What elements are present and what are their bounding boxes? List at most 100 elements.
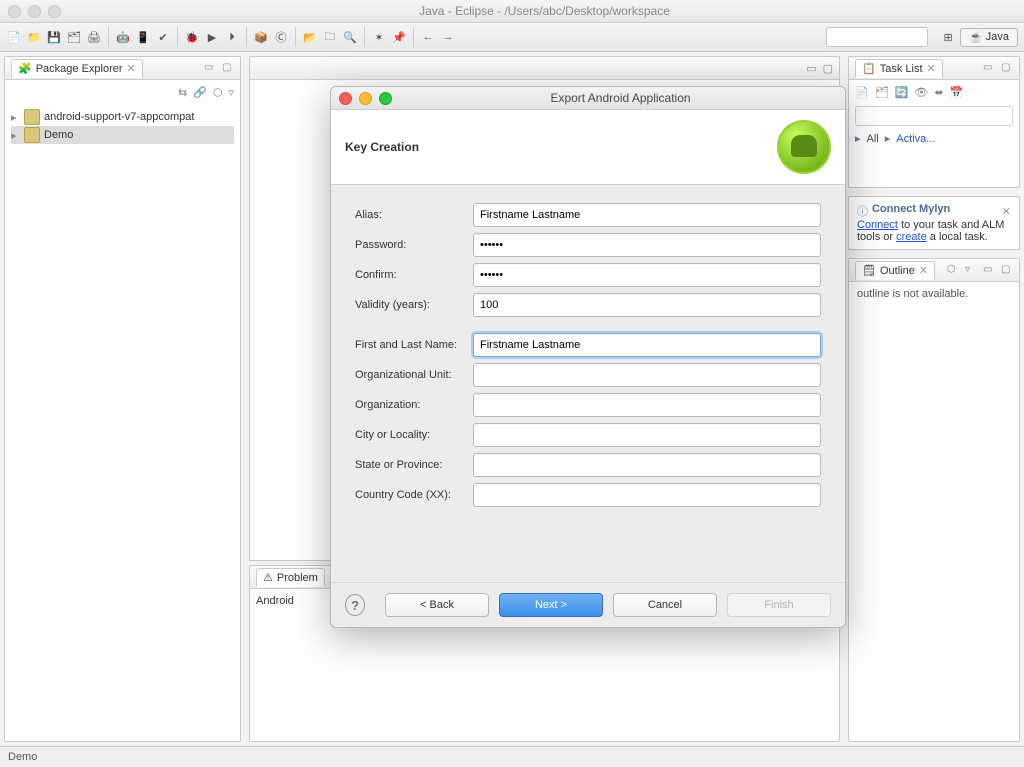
project-icon [24, 109, 40, 125]
org-unit-input[interactable] [473, 363, 821, 387]
package-explorer-tab[interactable]: 🧩 Package Explorer ✕ [11, 59, 143, 78]
org-input[interactable] [473, 393, 821, 417]
close-tab-icon[interactable]: ✕ [919, 264, 928, 277]
save-all-icon[interactable]: 🗂 [66, 29, 82, 45]
close-mylyn-icon[interactable]: ✕ [1002, 205, 1011, 218]
sync-icon[interactable]: 🔄 [895, 86, 909, 99]
java-perspective-label: Java [986, 31, 1009, 43]
help-icon[interactable]: ? [345, 594, 365, 616]
activate-link[interactable]: Activa... [896, 133, 935, 145]
toolbar-separator [413, 27, 414, 47]
dialog-traffic-lights[interactable] [339, 92, 392, 105]
mylyn-connect-link[interactable]: Connect [857, 219, 898, 231]
maximize-view-icon[interactable]: ▢ [1001, 62, 1013, 74]
task-list-tab[interactable]: 📋 Task List ✕ [855, 59, 943, 78]
close-tab-icon[interactable]: ✕ [927, 62, 936, 75]
all-label[interactable]: All [867, 133, 879, 145]
close-dialog-icon[interactable] [339, 92, 352, 105]
dialog-heading: Key Creation [345, 140, 777, 154]
dialog-titlebar[interactable]: Export Android Application [331, 87, 845, 110]
outline-tab[interactable]: 🗒 Outline ✕ [855, 261, 935, 280]
open-perspective-icon[interactable]: ⊞ [940, 29, 956, 45]
window-traffic-lights[interactable] [8, 5, 61, 18]
tree-item[interactable]: ▸ Demo [11, 126, 234, 144]
task-list-title: Task List [880, 63, 923, 75]
collapse-all-icon[interactable]: ⇆ [178, 86, 187, 99]
city-input[interactable] [473, 423, 821, 447]
mylyn-title: Connect Mylyn [872, 203, 950, 215]
problems-selection: Android [256, 595, 294, 607]
country-input[interactable] [473, 483, 821, 507]
link-editor-icon[interactable]: 🔗 [193, 86, 207, 99]
back-button[interactable]: < Back [385, 593, 489, 617]
expand-activate-icon[interactable]: ▸ [885, 132, 891, 145]
state-label: State or Province: [355, 459, 473, 471]
maximize-editor-icon[interactable]: ▢ [823, 62, 833, 75]
minimize-window-icon[interactable] [28, 5, 41, 18]
task-find-input[interactable] [855, 106, 1013, 126]
search-icon[interactable]: 🔍 [342, 29, 358, 45]
first-last-input[interactable] [473, 333, 821, 357]
new-class-icon[interactable]: Ⓒ [273, 29, 289, 45]
debug-icon[interactable]: 🐞 [184, 29, 200, 45]
connect-mylyn-panel: ⓘ Connect Mylyn ✕ Connect to your task a… [848, 196, 1020, 250]
run-icon[interactable]: ▶ [204, 29, 220, 45]
categorize-icon[interactable]: 🗂 [875, 86, 889, 99]
open-task-icon[interactable]: 🗀 [322, 29, 338, 45]
focus-icon[interactable]: 👁 [914, 86, 928, 99]
zoom-window-icon[interactable] [48, 5, 61, 18]
expand-icon[interactable]: ▸ [11, 129, 20, 142]
new-project-icon[interactable]: 📁 [26, 29, 42, 45]
schedule-icon[interactable]: 📅 [950, 86, 964, 99]
validity-input[interactable] [473, 293, 821, 317]
password-input[interactable] [473, 233, 821, 257]
cancel-button[interactable]: Cancel [613, 593, 717, 617]
focus-task-icon[interactable]: ⬡ [213, 86, 223, 99]
mylyn-create-link[interactable]: create [896, 231, 927, 243]
tree-item[interactable]: ▸ android-support-v7-appcompat [11, 108, 234, 126]
toolbar-separator [177, 27, 178, 47]
new-task-icon[interactable]: 📄 [855, 86, 869, 99]
forward-icon[interactable]: → [440, 29, 456, 45]
toggle-mark-icon[interactable]: ✶ [371, 29, 387, 45]
collapse-icon[interactable]: ⬌ [934, 86, 943, 99]
save-icon[interactable]: 💾 [46, 29, 62, 45]
android-avd-icon[interactable]: 📱 [135, 29, 151, 45]
view-menu-icon[interactable]: ▿ [965, 264, 977, 276]
new-icon[interactable]: 📄 [6, 29, 22, 45]
pin-icon[interactable]: 📌 [391, 29, 407, 45]
minimize-view-icon[interactable]: ▭ [204, 62, 216, 74]
maximize-view-icon[interactable]: ▢ [222, 62, 234, 74]
minimize-view-icon[interactable]: ▭ [983, 62, 995, 74]
minimize-view-icon[interactable]: ▭ [983, 264, 995, 276]
focus-outline-icon[interactable]: ⬡ [947, 264, 959, 276]
close-tab-icon[interactable]: ✕ [127, 62, 136, 75]
minimize-dialog-icon[interactable] [359, 92, 372, 105]
maximize-view-icon[interactable]: ▢ [1001, 264, 1013, 276]
alias-input[interactable] [473, 203, 821, 227]
expand-icon[interactable]: ▸ [11, 111, 20, 124]
android-sdk-icon[interactable]: 🤖 [115, 29, 131, 45]
expand-all-icon[interactable]: ▸ [855, 132, 861, 145]
zoom-dialog-icon[interactable] [379, 92, 392, 105]
back-icon[interactable]: ← [420, 29, 436, 45]
org-unit-label: Organizational Unit: [355, 369, 473, 381]
next-button[interactable]: Next > [499, 593, 603, 617]
close-window-icon[interactable] [8, 5, 21, 18]
java-perspective-button[interactable]: ☕ Java [960, 28, 1018, 47]
lint-icon[interactable]: ✔ [155, 29, 171, 45]
state-input[interactable] [473, 453, 821, 477]
new-package-icon[interactable]: 📦 [253, 29, 269, 45]
problems-tab[interactable]: ⚠ Problem [256, 568, 325, 587]
open-type-icon[interactable]: 📂 [302, 29, 318, 45]
export-android-dialog: Export Android Application Key Creation … [330, 86, 846, 628]
package-explorer-tree[interactable]: ▸ android-support-v7-appcompat ▸ Demo [5, 104, 240, 741]
quick-access-input[interactable] [826, 27, 928, 47]
toolbar-separator [364, 27, 365, 47]
minimize-editor-icon[interactable]: ▭ [806, 62, 816, 75]
run-last-icon[interactable]: ⏵ [224, 29, 240, 45]
print-icon[interactable]: 🖨 [86, 29, 102, 45]
org-label: Organization: [355, 399, 473, 411]
view-menu-icon[interactable]: ▿ [228, 86, 234, 99]
confirm-input[interactable] [473, 263, 821, 287]
